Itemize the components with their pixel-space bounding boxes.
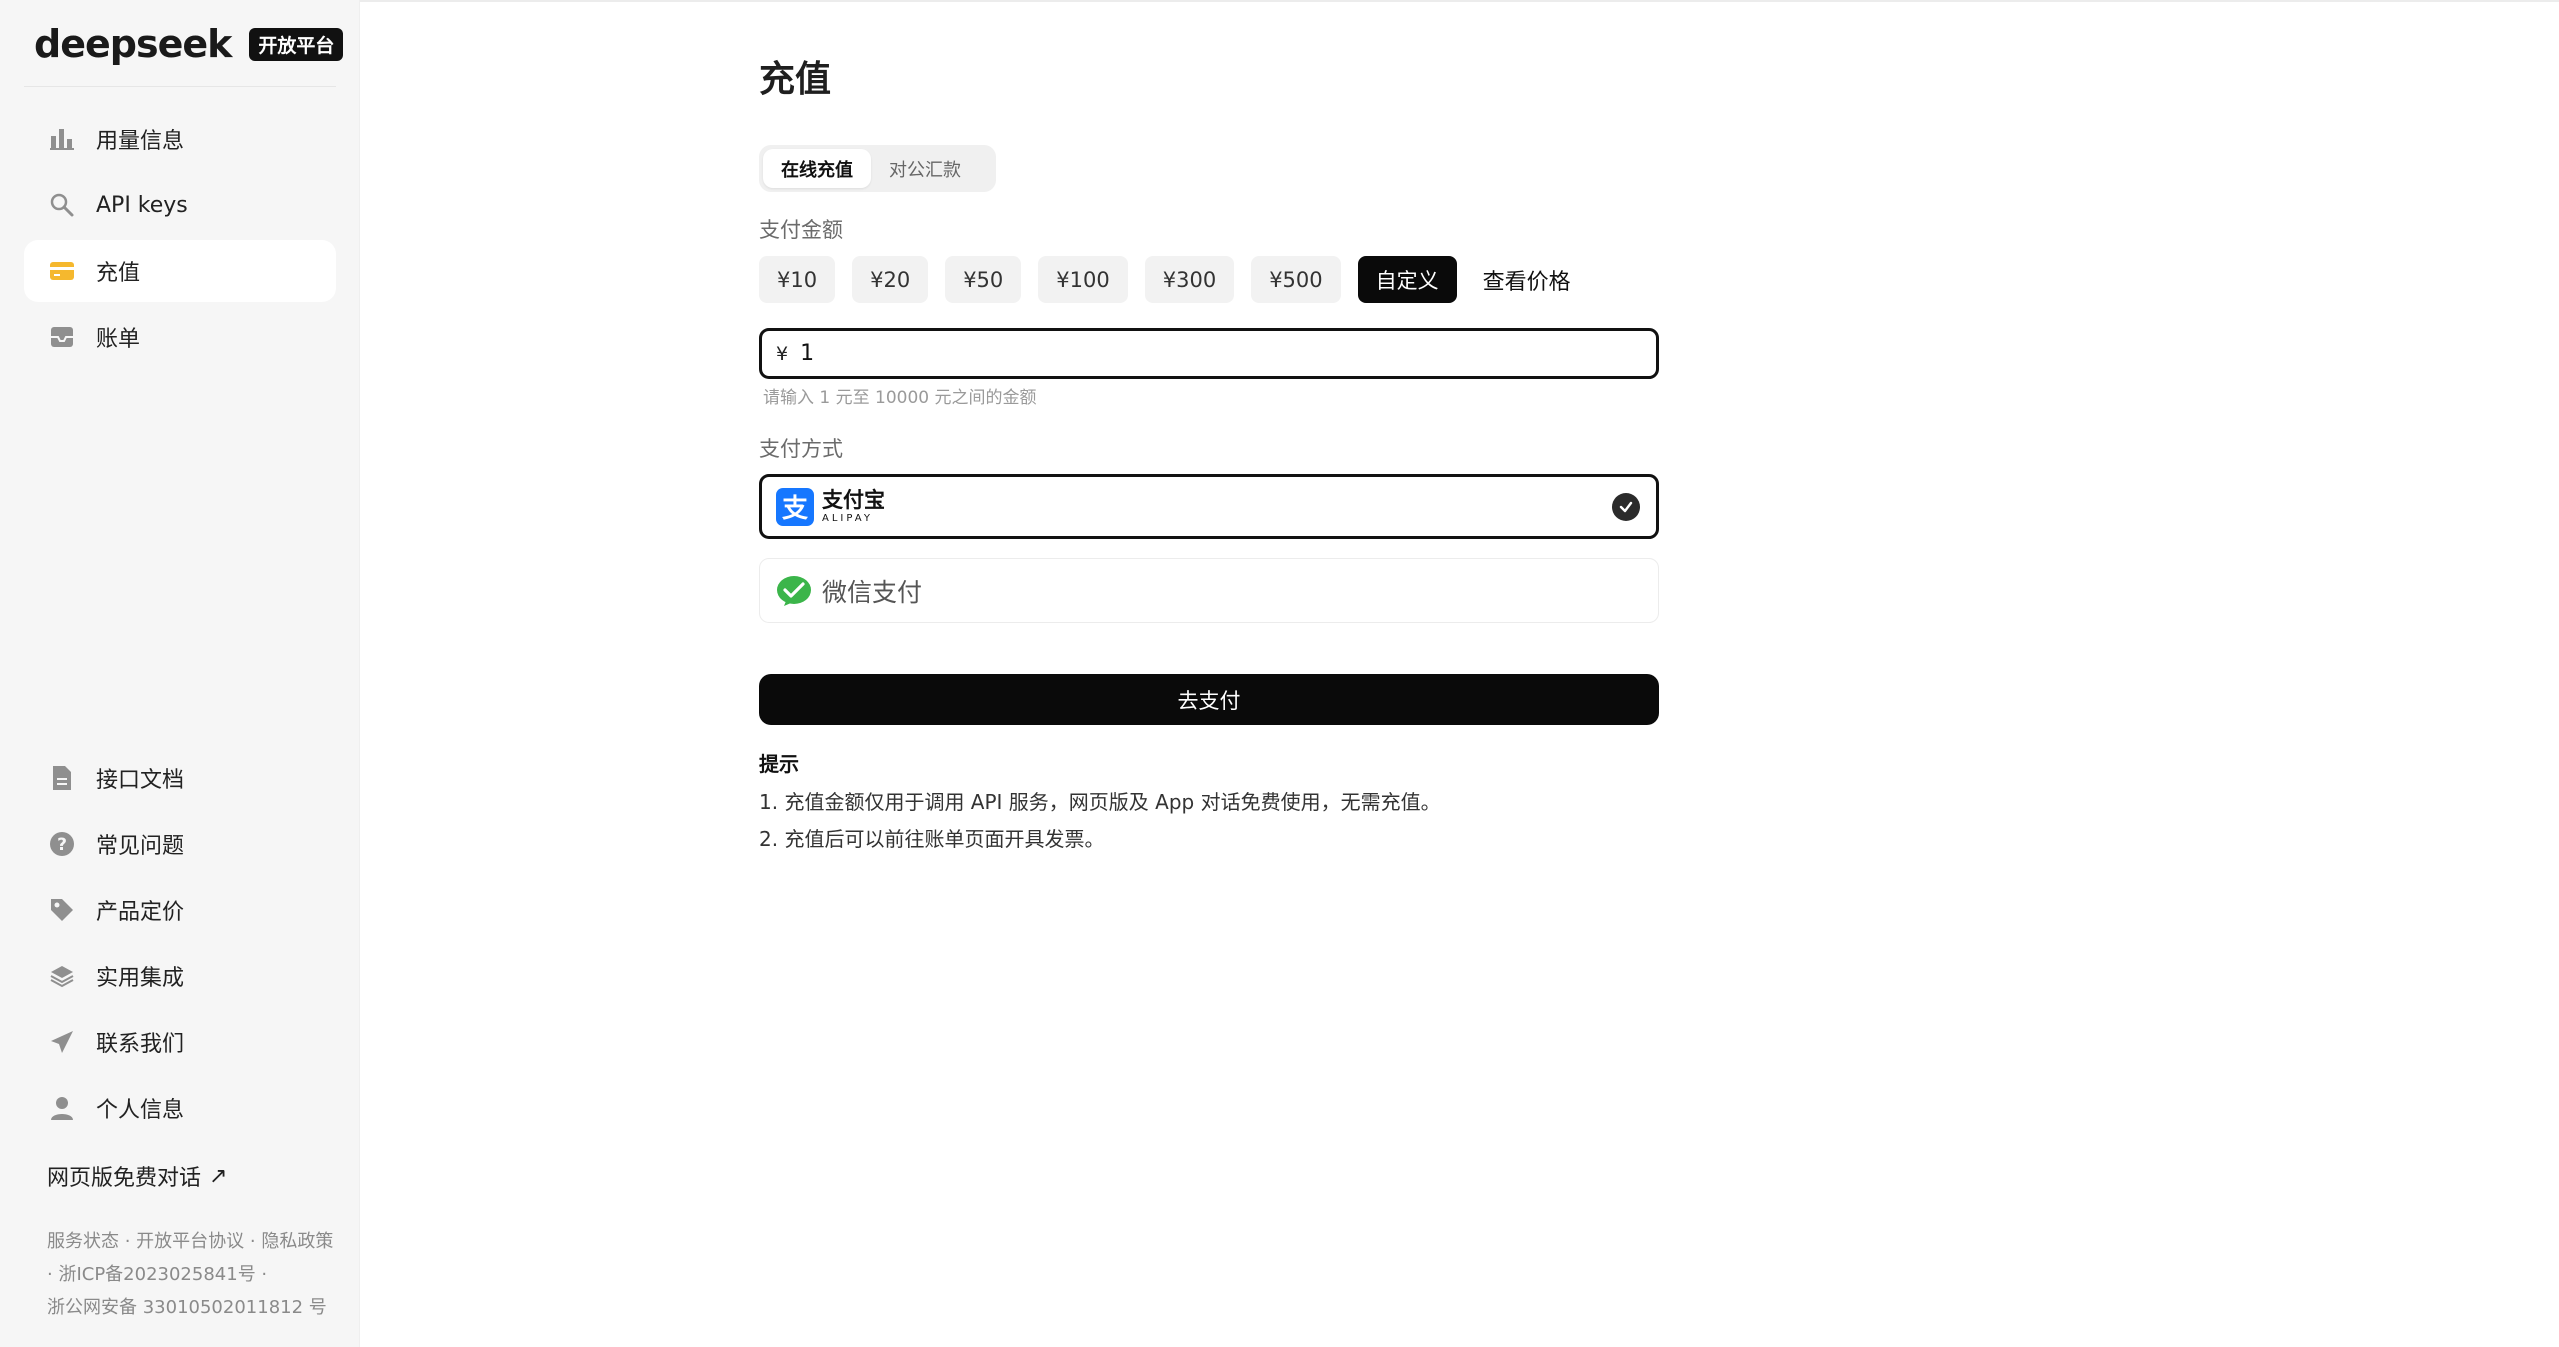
alipay-name-en: ALIPAY <box>822 512 873 524</box>
amount-label: 支付金额 <box>759 218 843 242</box>
recharge-tabs: 在线充值 对公汇款 <box>759 145 996 192</box>
tip-item: 1. 充值金额仅用于调用 API 服务，网页版及 App 对话免费使用，无需充值… <box>759 790 1441 814</box>
question-icon: ? <box>48 830 76 858</box>
payment-option-wechat[interactable]: 微信支付 <box>759 558 1659 623</box>
footer-icp[interactable]: · 浙ICP备2023025841号 · <box>47 1258 337 1291</box>
brand[interactable]: deepseek 开放平台 <box>34 22 344 66</box>
sidebar-item-profile[interactable]: 个人信息 <box>24 1077 336 1139</box>
custom-amount-input[interactable] <box>800 341 1621 366</box>
sidebar-item-pricing[interactable]: 产品定价 <box>24 879 336 941</box>
amount-option-100[interactable]: ¥100 <box>1038 256 1128 303</box>
tips-title: 提示 <box>759 752 799 776</box>
layers-icon <box>48 962 76 990</box>
sidebar-item-label: 实用集成 <box>96 966 185 991</box>
sidebar-item-api-keys[interactable]: API keys <box>24 174 336 236</box>
payment-option-alipay[interactable]: 支 支付宝 ALIPAY <box>759 474 1659 539</box>
alipay-wordmark: 支付宝 ALIPAY <box>822 487 885 524</box>
sidebar-item-recharge[interactable]: 充值 <box>24 240 336 302</box>
amount-option-custom[interactable]: 自定义 <box>1357 256 1457 303</box>
web-chat-label: 网页版免费对话 <box>47 1166 202 1191</box>
sidebar-item-faq[interactable]: ? 常见问题 <box>24 813 336 875</box>
payment-method-label: 支付方式 <box>759 437 843 461</box>
search-key-icon <box>48 191 76 219</box>
sidebar-item-label: 用量信息 <box>96 129 185 154</box>
credit-card-icon <box>48 257 76 285</box>
svg-text:?: ? <box>57 835 67 855</box>
brand-logo: deepseek <box>34 22 232 66</box>
footer-police[interactable]: 浙公网安备 33010502011812 号 <box>47 1291 337 1324</box>
web-chat-link[interactable]: 网页版免费对话 ↗ <box>47 1160 227 1192</box>
currency-symbol: ¥ <box>776 342 789 365</box>
sidebar-footer: 服务状态 · 开放平台协议 · 隐私政策 · 浙ICP备2023025841号 … <box>47 1225 337 1324</box>
sidebar-item-label: 充值 <box>96 261 141 286</box>
document-icon <box>48 764 76 792</box>
amount-options: ¥10 ¥20 ¥50 ¥100 ¥300 ¥500 自定义 查看价格 <box>759 256 1571 303</box>
brand-divider <box>24 86 336 87</box>
sidebar-nav-top: 用量信息 API keys 充值 账单 <box>24 108 336 372</box>
bar-chart-icon <box>48 125 76 153</box>
page-title: 充值 <box>759 59 832 100</box>
sidebar-item-usage[interactable]: 用量信息 <box>24 108 336 170</box>
sidebar-item-billing[interactable]: 账单 <box>24 306 336 368</box>
sidebar-item-label: 产品定价 <box>96 900 185 925</box>
sidebar: deepseek 开放平台 用量信息 API keys 充值 账单 接口文档 ?… <box>0 0 360 1347</box>
tip-item: 2. 充值后可以前往账单页面开具发票。 <box>759 827 1105 851</box>
sidebar-item-contact[interactable]: 联系我们 <box>24 1011 336 1073</box>
alipay-name: 支付宝 <box>822 487 885 512</box>
external-arrow-icon: ↗ <box>209 1163 228 1189</box>
amount-option-10[interactable]: ¥10 <box>759 256 836 303</box>
brand-badge: 开放平台 <box>249 27 344 61</box>
amount-option-50[interactable]: ¥50 <box>945 256 1022 303</box>
sidebar-item-label: API keys <box>96 192 188 218</box>
alipay-logo-icon: 支 <box>776 487 814 526</box>
tag-icon <box>48 896 76 924</box>
check-circle-icon <box>1612 493 1640 521</box>
user-icon <box>48 1094 76 1122</box>
view-pricing-link[interactable]: 查看价格 <box>1483 264 1571 296</box>
footer-links[interactable]: 服务状态 · 开放平台协议 · 隐私政策 <box>47 1225 337 1258</box>
send-icon <box>48 1028 76 1056</box>
sidebar-item-label: 常见问题 <box>96 834 185 859</box>
sidebar-item-label: 个人信息 <box>96 1098 185 1123</box>
sidebar-item-label: 账单 <box>96 327 141 352</box>
wechat-pay-icon <box>776 575 812 607</box>
top-border <box>0 0 2559 2</box>
sidebar-item-integrations[interactable]: 实用集成 <box>24 945 336 1007</box>
mail-tray-icon <box>48 323 76 351</box>
sidebar-item-label: 联系我们 <box>96 1032 185 1057</box>
sidebar-item-label: 接口文档 <box>96 768 185 793</box>
amount-option-300[interactable]: ¥300 <box>1144 256 1235 303</box>
amount-hint: 请输入 1 元至 10000 元之间的金额 <box>763 388 1037 408</box>
custom-amount-field: ¥ <box>759 328 1659 379</box>
amount-option-20[interactable]: ¥20 <box>852 256 929 303</box>
amount-option-500[interactable]: ¥500 <box>1251 256 1341 303</box>
sidebar-nav-bottom: 接口文档 ? 常见问题 产品定价 实用集成 联系我们 个人信息 <box>24 747 336 1143</box>
tab-corporate-transfer[interactable]: 对公汇款 <box>871 149 979 188</box>
wechat-pay-label: 微信支付 <box>822 577 923 607</box>
sidebar-item-docs[interactable]: 接口文档 <box>24 747 336 809</box>
pay-button[interactable]: 去支付 <box>759 674 1659 725</box>
tab-online-recharge[interactable]: 在线充值 <box>763 149 871 188</box>
